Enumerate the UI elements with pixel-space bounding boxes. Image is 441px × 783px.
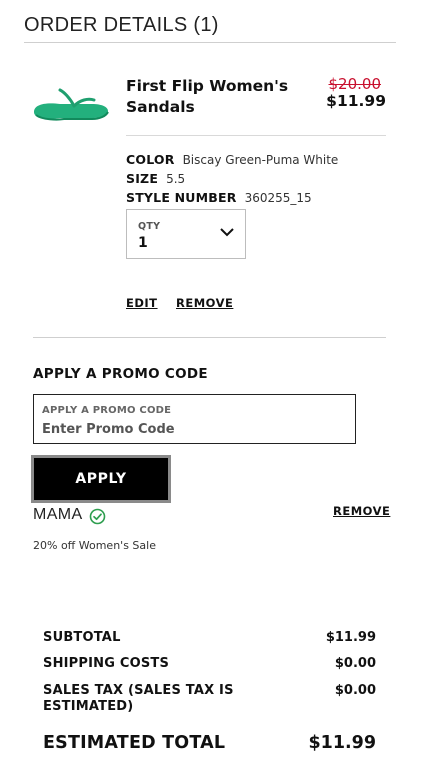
- applied-promo-code: MAMA: [33, 506, 83, 523]
- attribute-value: Biscay Green-Puma White: [182, 153, 339, 167]
- quantity-label: QTY: [138, 221, 161, 232]
- shipping-label: SHIPPING COSTS: [43, 656, 170, 671]
- sales-tax-label: SALES TAX (SALES TAX IS ESTIMATED): [43, 683, 234, 714]
- attribute-label: SIZE: [126, 171, 159, 186]
- title-divider: [24, 42, 396, 43]
- product-divider: [126, 135, 386, 136]
- promo-code-input[interactable]: [42, 420, 342, 438]
- attribute-label: COLOR: [126, 152, 175, 167]
- apply-button[interactable]: APPLY: [31, 455, 171, 503]
- promo-field-label: APPLY A PROMO CODE: [42, 405, 172, 416]
- remove-promo-link[interactable]: REMOVE: [333, 504, 390, 518]
- promo-description: 20% off Women's Sale: [33, 539, 156, 552]
- attribute-label: STYLE NUMBER: [126, 190, 237, 205]
- estimated-total-value: $11.99: [308, 733, 376, 753]
- estimated-total-label: ESTIMATED TOTAL: [43, 733, 226, 753]
- subtotal-value: $11.99: [325, 630, 376, 645]
- attribute-size: SIZE 5.5: [126, 171, 185, 186]
- sale-price: $11.99: [326, 92, 386, 110]
- product-name[interactable]: First Flip Women's Sandals: [126, 76, 316, 118]
- sales-tax-value: $0.00: [334, 683, 376, 698]
- sandal-sole: [34, 103, 108, 119]
- sandal-strap: [58, 88, 96, 108]
- shipping-value: $0.00: [334, 656, 376, 671]
- quantity-select[interactable]: QTY 1: [126, 209, 246, 259]
- edit-link[interactable]: EDIT: [126, 296, 158, 310]
- chevron-down-icon: [220, 228, 234, 237]
- product-image[interactable]: [30, 84, 110, 128]
- attribute-value: 360255_15: [244, 191, 312, 205]
- attribute-value: 5.5: [166, 172, 186, 186]
- order-details-title: ORDER DETAILS (1): [24, 14, 219, 36]
- promo-heading: APPLY A PROMO CODE: [33, 366, 208, 382]
- quantity-value: 1: [138, 235, 148, 251]
- attribute-color: COLOR Biscay Green-Puma White: [126, 152, 338, 167]
- subtotal-label: SUBTOTAL: [43, 630, 121, 645]
- promo-code-field[interactable]: APPLY A PROMO CODE: [33, 394, 356, 444]
- attribute-style-number: STYLE NUMBER 360255_15: [126, 190, 312, 205]
- item-divider: [33, 337, 386, 338]
- check-circle-icon: [89, 508, 106, 525]
- original-price: $20.00: [328, 75, 382, 93]
- remove-item-link[interactable]: REMOVE: [176, 296, 233, 310]
